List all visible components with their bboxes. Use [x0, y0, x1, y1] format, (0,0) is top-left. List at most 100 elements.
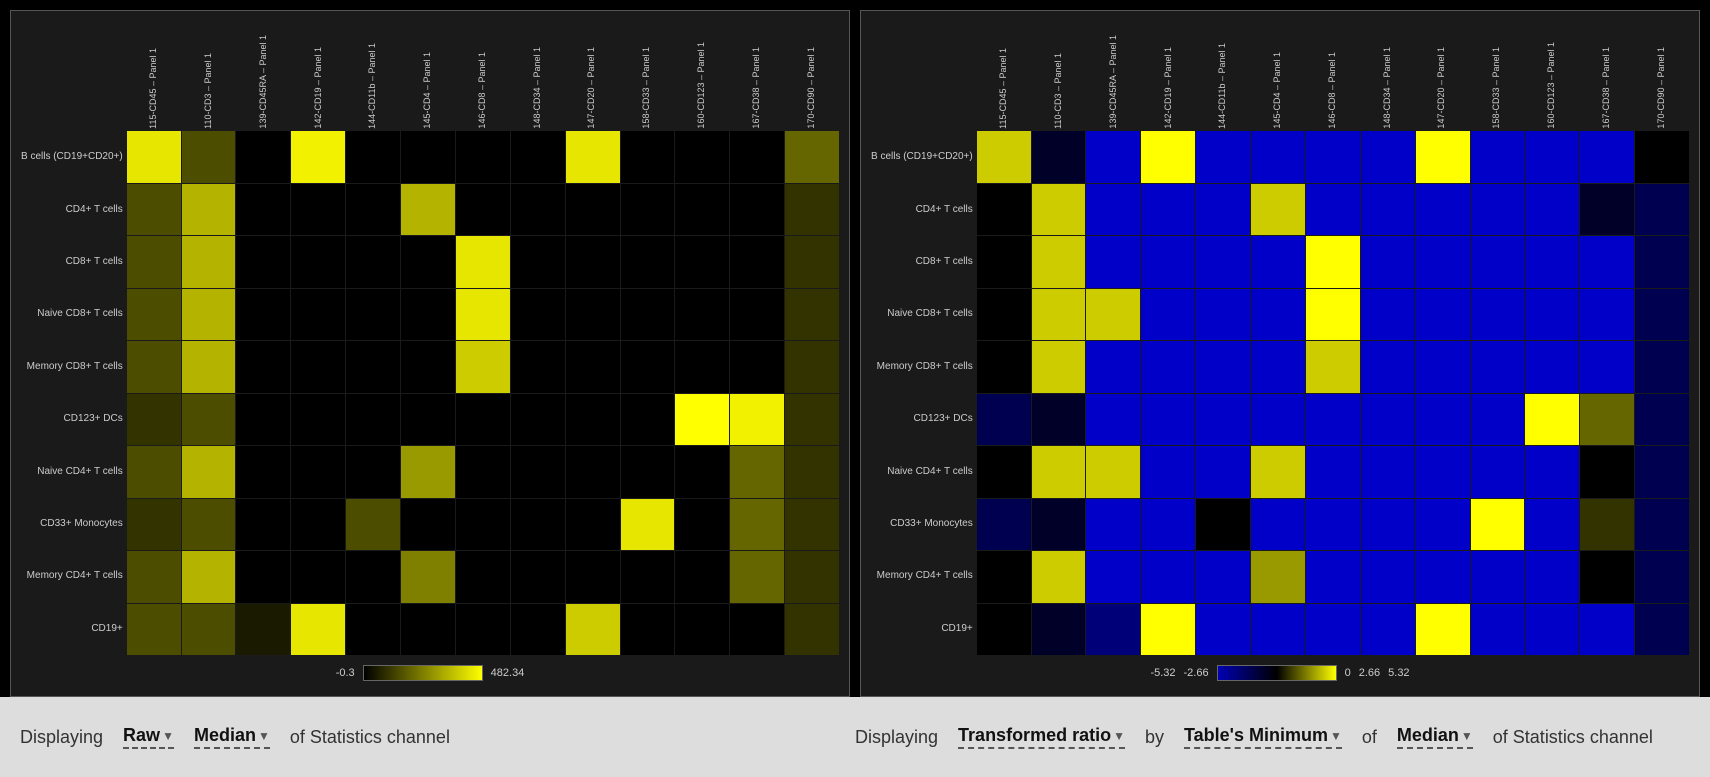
heatmap-cell: [977, 184, 1031, 236]
col-label: 110-CD3 – Panel 1: [204, 53, 214, 129]
heatmap-cell: [730, 446, 784, 498]
col-label-wrapper: 145-CD4 – Panel 1: [412, 52, 444, 129]
heatmap-cell: [785, 604, 839, 656]
col-label: 147-CD20 – Panel 1: [587, 47, 597, 129]
heatmap-cell: [511, 446, 565, 498]
left-heatmap-right: 115-CD45 – Panel 1110-CD3 – Panel 1139-C…: [127, 21, 839, 655]
heatmap-cell: [401, 499, 455, 551]
heatmap-cell: [1306, 446, 1360, 498]
heatmap-cell: [511, 236, 565, 288]
row-label: CD19+: [871, 624, 973, 634]
bottom-right-dropdown2[interactable]: Table's Minimum ▼: [1184, 725, 1342, 749]
heatmap-cell: [1251, 446, 1305, 498]
heatmap-cell: [127, 131, 181, 183]
bottom-left-dropdown2[interactable]: Median ▼: [194, 725, 270, 749]
heatmap-cell: [1416, 131, 1470, 183]
col-label-wrapper: 160-CD123 – Panel 1: [1536, 42, 1568, 129]
heatmap-cell: [1580, 604, 1634, 656]
heatmap-cell: [621, 289, 675, 341]
row-label: B cells (CD19+CD20+): [21, 152, 123, 162]
heatmap-cell: [1361, 289, 1415, 341]
heatmap-cell: [1635, 499, 1689, 551]
col-label-wrapper: 146-CD8 – Panel 1: [1317, 52, 1349, 129]
heatmap-cell: [291, 551, 345, 603]
heatmap-cell: [785, 341, 839, 393]
heatmap-cell: [621, 499, 675, 551]
heatmap-cell: [1361, 446, 1415, 498]
right-row-labels: B cells (CD19+CD20+)CD4+ T cellsCD8+ T c…: [871, 21, 977, 655]
left-heatmap-grid: [127, 131, 839, 655]
heatmap-cell: [1471, 551, 1525, 603]
heatmap-cell: [1471, 341, 1525, 393]
heatmap-cell: [236, 551, 290, 603]
col-label: 144-CD11b – Panel 1: [1218, 43, 1228, 129]
bottom-right-dropdown2-label: Table's Minimum: [1184, 725, 1328, 746]
col-label: 167-CD38 – Panel 1: [1602, 47, 1612, 129]
heatmap-cell: [621, 184, 675, 236]
heatmap-cell: [621, 131, 675, 183]
heatmap-cell: [1196, 131, 1250, 183]
col-label: 146-CD8 – Panel 1: [1328, 52, 1338, 129]
row-label: Memory CD8+ T cells: [871, 362, 973, 372]
heatmap-cell: [1525, 604, 1579, 656]
right-panel: B cells (CD19+CD20+)CD4+ T cellsCD8+ T c…: [860, 10, 1700, 697]
heatmap-cell: [675, 289, 729, 341]
heatmap-cell: [1032, 394, 1086, 446]
heatmap-cell: [236, 236, 290, 288]
col-label: 158-CD33 – Panel 1: [1492, 47, 1502, 129]
col-label-wrapper: 145-CD4 – Panel 1: [1262, 52, 1294, 129]
bottom-right-dropdown3[interactable]: Median ▼: [1397, 725, 1473, 749]
bottom-right-dropdown2-arrow: ▼: [1330, 729, 1342, 743]
heatmap-cell: [401, 184, 455, 236]
heatmap-cell: [291, 236, 345, 288]
heatmap-cell: [566, 236, 620, 288]
heatmap-cell: [977, 604, 1031, 656]
heatmap-cell: [1086, 394, 1140, 446]
main-area: B cells (CD19+CD20+)CD4+ T cellsCD8+ T c…: [0, 0, 1710, 697]
heatmap-cell: [456, 289, 510, 341]
right-legend: -5.32 -2.66 0 2.66 5.32: [871, 655, 1689, 686]
heatmap-cell: [675, 551, 729, 603]
bottom-right-dropdown1-label: Transformed ratio: [958, 725, 1111, 746]
heatmap-cell: [346, 341, 400, 393]
heatmap-cell: [346, 236, 400, 288]
heatmap-cell: [1635, 184, 1689, 236]
heatmap-cell: [456, 499, 510, 551]
col-label: 144-CD11b – Panel 1: [368, 43, 378, 129]
heatmap-cell: [346, 499, 400, 551]
heatmap-cell: [1635, 131, 1689, 183]
heatmap-cell: [346, 446, 400, 498]
bottom-right-dropdown1[interactable]: Transformed ratio ▼: [958, 725, 1125, 749]
heatmap-cell: [1361, 499, 1415, 551]
heatmap-cell: [182, 341, 236, 393]
row-label: B cells (CD19+CD20+): [871, 152, 973, 162]
heatmap-cell: [977, 394, 1031, 446]
heatmap-cell: [1196, 394, 1250, 446]
heatmap-cell: [1141, 289, 1195, 341]
heatmap-cell: [1032, 446, 1086, 498]
bottom-left-dropdown1[interactable]: Raw ▼: [123, 725, 174, 749]
bottom-left-suffix: of Statistics channel: [290, 727, 450, 748]
col-label: 148-CD34 – Panel 1: [533, 47, 543, 129]
heatmap-cell: [621, 236, 675, 288]
heatmap-cell: [785, 394, 839, 446]
heatmap-cell: [291, 341, 345, 393]
heatmap-cell: [1361, 131, 1415, 183]
col-label-wrapper: 160-CD123 – Panel 1: [686, 42, 718, 129]
col-label-wrapper: 158-CD33 – Panel 1: [1481, 47, 1513, 129]
col-label-wrapper: 148-CD34 – Panel 1: [1372, 47, 1404, 129]
heatmap-cell: [566, 341, 620, 393]
row-label: CD19+: [21, 624, 123, 634]
heatmap-cell: [977, 341, 1031, 393]
heatmap-cell: [511, 131, 565, 183]
heatmap-cell: [127, 604, 181, 656]
col-label: 158-CD33 – Panel 1: [642, 47, 652, 129]
heatmap-cell: [675, 394, 729, 446]
heatmap-cell: [346, 289, 400, 341]
bottom-left-dropdown1-label: Raw: [123, 725, 160, 746]
heatmap-cell: [291, 446, 345, 498]
col-label-wrapper: 144-CD11b – Panel 1: [357, 43, 389, 129]
bottom-right: Displaying Transformed ratio ▼ by Table'…: [855, 725, 1690, 749]
heatmap-cell: [785, 184, 839, 236]
col-label-wrapper: 147-CD20 – Panel 1: [576, 47, 608, 129]
